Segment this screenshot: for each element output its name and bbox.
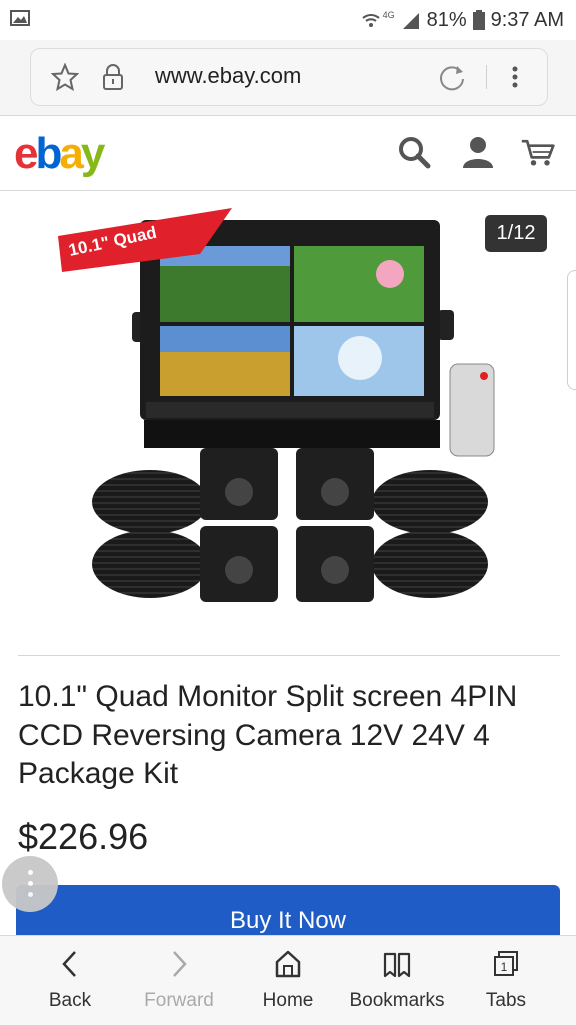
bookmark-star-icon[interactable] — [51, 63, 79, 91]
browser-bottom-nav: Back Forward Home Bookmarks 1 Tabs — [0, 935, 576, 1025]
back-icon — [62, 951, 76, 977]
battery-percent: 81% — [426, 8, 467, 31]
divider — [18, 655, 560, 656]
url-text[interactable]: www.ebay.com — [155, 63, 301, 89]
battery-icon — [472, 10, 485, 30]
nav-forward[interactable]: Forward — [124, 936, 234, 1025]
svg-text:10.1" Quad: 10.1" Quad — [67, 223, 158, 260]
cart-icon[interactable] — [520, 134, 556, 170]
floating-menu-button[interactable] — [2, 856, 58, 912]
nav-home-label: Home — [262, 990, 314, 1011]
forward-icon — [173, 951, 187, 977]
nav-bookmarks-label: Bookmarks — [349, 990, 445, 1011]
buy-it-now-button[interactable]: Buy It Now — [16, 885, 560, 939]
site-header: ebay — [0, 116, 576, 191]
nav-back-label: Back — [48, 990, 92, 1011]
nav-tabs-label: Tabs — [485, 990, 527, 1011]
signal-icon — [402, 13, 419, 29]
nav-back[interactable]: Back — [15, 936, 125, 1025]
nav-bookmarks[interactable]: Bookmarks — [342, 936, 452, 1025]
address-bar[interactable]: www.ebay.com — [30, 48, 548, 106]
ebay-logo[interactable]: ebay — [14, 130, 105, 178]
image-counter: 1/12 — [485, 215, 547, 252]
network-label: 4G — [382, 10, 395, 20]
bookmarks-icon — [383, 952, 411, 978]
wifi-icon — [361, 14, 380, 27]
tabs-icon: 1 — [494, 951, 518, 976]
search-icon[interactable] — [396, 134, 432, 170]
clock: 9:37 AM — [490, 8, 564, 31]
toolbar-divider — [486, 65, 487, 89]
nav-home[interactable]: Home — [233, 936, 343, 1025]
home-icon — [275, 950, 301, 978]
browser-toolbar: www.ebay.com — [0, 40, 576, 116]
size-badge: 10.1" Quad — [67, 223, 158, 260]
edge-panel-handle[interactable] — [567, 270, 576, 390]
tabs-count: 1 — [501, 960, 508, 974]
status-bar: 4G 81% 9:37 AM — [0, 0, 576, 40]
more-menu-icon[interactable] — [505, 63, 525, 91]
nav-forward-label: Forward — [144, 990, 214, 1011]
user-icon[interactable] — [460, 134, 496, 170]
nav-tabs[interactable]: 1 Tabs — [451, 936, 561, 1025]
lock-icon — [103, 64, 123, 90]
product-price: $226.96 — [18, 816, 149, 857]
product-title: 10.1" Quad Monitor Split screen 4PIN CCD… — [18, 680, 518, 790]
gallery-icon — [10, 10, 30, 26]
reload-icon[interactable] — [437, 62, 467, 92]
